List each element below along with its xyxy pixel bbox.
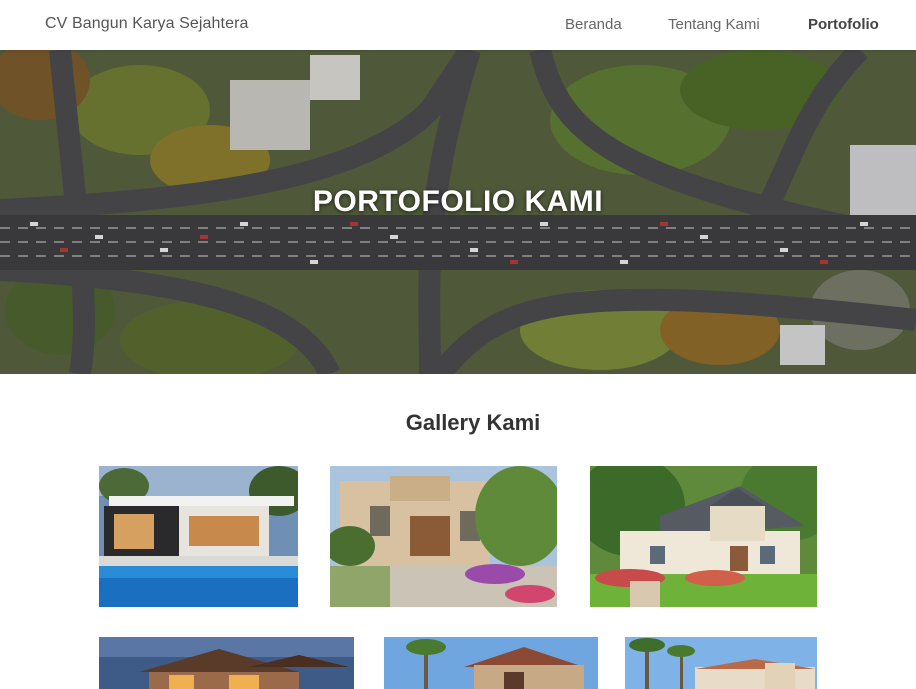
gallery-image-1[interactable]	[99, 466, 298, 607]
hero-title: PORTOFOLIO KAMI	[312, 185, 604, 218]
nav-link-tentang-kami[interactable]: Tentang Kami	[668, 16, 760, 33]
hero-banner: PORTOFOLIO KAMI	[0, 50, 916, 374]
modern-mansion-dusk-photo	[99, 637, 354, 689]
modern-villa-pool-photo	[99, 466, 298, 607]
mediterranean-house-palm-photo	[330, 466, 557, 607]
stone-house-palm-photo	[384, 637, 598, 689]
navbar: CV Bangun Karya Sejahtera Beranda Tentan…	[0, 0, 916, 50]
nav-link-portofolio[interactable]: Portofolio	[808, 16, 879, 33]
gallery-image-4[interactable]	[99, 637, 354, 689]
gallery-image-2[interactable]	[330, 466, 557, 607]
gallery-image-3[interactable]	[590, 466, 817, 607]
gallery-image-5[interactable]	[384, 637, 598, 689]
gallery-image-6[interactable]	[625, 637, 817, 689]
colonial-house-lawn-photo	[590, 466, 817, 607]
nav-link-beranda[interactable]: Beranda	[565, 16, 622, 33]
gallery-title: Gallery Kami	[405, 410, 541, 435]
brand-link[interactable]: CV Bangun Karya Sejahtera	[45, 15, 249, 33]
villa-palm-trees-photo	[625, 637, 817, 689]
